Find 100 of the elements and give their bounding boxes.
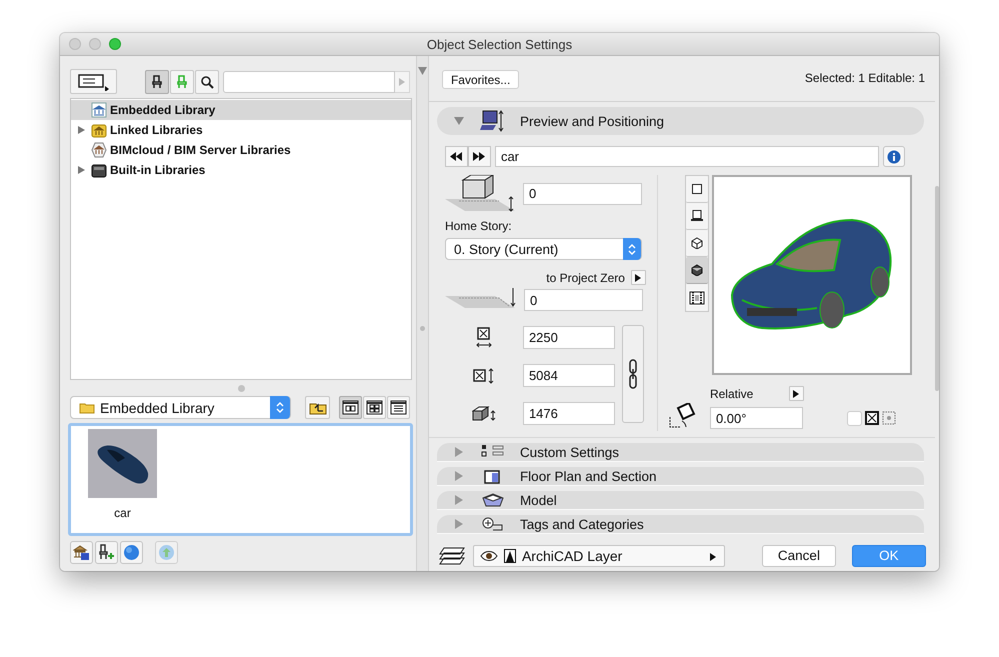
splitter-handle[interactable]	[420, 326, 425, 331]
reference-value-field[interactable]: 0	[524, 289, 643, 311]
fast-forward-icon	[473, 152, 486, 161]
shaded-cube-icon	[690, 264, 703, 276]
play-triangle-icon	[710, 552, 716, 560]
angle-label: Relative	[710, 386, 754, 400]
library-manager-button[interactable]	[70, 541, 93, 564]
width-icon	[476, 326, 492, 348]
search-icon	[200, 74, 214, 88]
preview-section-icon	[480, 109, 506, 133]
next-object-button[interactable]	[468, 146, 491, 167]
dimension-field[interactable]: 5084	[522, 364, 615, 387]
chain-link-button[interactable]	[622, 325, 644, 423]
preview-mode-button[interactable]	[686, 176, 708, 203]
object-label: car	[114, 506, 131, 520]
chain-link-icon	[628, 359, 637, 389]
film-strip-icon	[688, 290, 705, 304]
section-header[interactable]: Custom Settings	[436, 443, 924, 462]
chair-filter-button[interactable]	[145, 70, 169, 94]
section-header[interactable]: Floor Plan and Section	[436, 467, 924, 486]
favorites-button[interactable]: Favorites...	[442, 70, 520, 89]
section-title: Preview and Positioning	[520, 114, 664, 128]
mirrored-symbol-icon	[882, 411, 896, 425]
dimension-field[interactable]: 1476	[522, 402, 615, 425]
preview-mode-button[interactable]	[686, 203, 708, 230]
elevation-drawing	[444, 175, 515, 212]
mirror-symbol-icon	[864, 410, 880, 426]
search-field[interactable]	[223, 70, 395, 92]
tree-item-label: Embedded Library	[110, 103, 216, 117]
stepper-arrows-icon	[276, 401, 284, 414]
reference-menu-button[interactable]	[630, 270, 646, 285]
view-mode-button[interactable]	[387, 396, 410, 419]
expand-triangle-icon[interactable]	[77, 165, 85, 175]
folder-up-button[interactable]	[305, 396, 330, 419]
reference-label: to Project Zero	[546, 270, 625, 284]
globe-button[interactable]	[120, 541, 143, 564]
tree-item[interactable]: Embedded Library	[71, 100, 411, 120]
server-library-icon	[91, 142, 107, 158]
chair-icon	[151, 74, 163, 88]
folder-dropdown[interactable]: Embedded Library	[70, 396, 291, 419]
plan-view-icon	[690, 209, 704, 223]
tree-item-label: BIMcloud / BIM Server Libraries	[110, 143, 291, 157]
cancel-button[interactable]: Cancel	[762, 544, 836, 566]
model-icon	[480, 492, 505, 508]
preview-mode-button[interactable]	[686, 284, 708, 311]
chair-plus-icon	[98, 544, 115, 561]
layer-dropdown[interactable]: ArchiCAD Layer	[472, 544, 725, 566]
tree-item-label: Built-in Libraries	[110, 163, 206, 177]
dimension-field[interactable]: 2250	[522, 326, 615, 349]
search-button[interactable]	[195, 70, 219, 94]
collapse-triangle-icon[interactable]	[418, 67, 427, 75]
add-object-button[interactable]	[95, 541, 118, 564]
section-header[interactable]: Model	[436, 491, 924, 510]
depth-icon	[472, 368, 495, 384]
height-icon	[472, 406, 496, 422]
preview-mode-button[interactable]	[686, 230, 708, 257]
section-header[interactable]: Preview and Positioning	[436, 107, 924, 135]
library-box-icon	[91, 162, 107, 178]
tree-item[interactable]: BIMcloud / BIM Server Libraries	[71, 140, 411, 160]
previous-object-button[interactable]	[444, 146, 468, 167]
scrollbar[interactable]	[935, 186, 939, 391]
splitter-handle[interactable]	[238, 385, 244, 392]
expand-triangle-icon[interactable]	[77, 125, 85, 135]
angle-menu-button[interactable]	[788, 386, 804, 401]
panel-layout-icon	[76, 72, 110, 90]
preview-mode-button[interactable]	[686, 257, 708, 284]
play-triangle-icon	[399, 78, 405, 86]
object-name-field[interactable]: car	[494, 146, 879, 167]
section-title: Floor Plan and Section	[520, 468, 657, 484]
folder-icon	[79, 401, 95, 414]
home-story-dropdown[interactable]: 0. Story (Current)	[444, 238, 642, 260]
small-icons-view-icon	[366, 400, 383, 415]
view-mode-button[interactable]	[363, 396, 386, 419]
panel-view-button[interactable]	[70, 69, 117, 94]
section-title: Tags and Categories	[520, 516, 644, 532]
mirror-checkbox[interactable]	[846, 410, 862, 426]
elevation-field[interactable]: 0	[522, 182, 642, 204]
view-mode-button[interactable]	[339, 396, 362, 419]
eye-icon	[480, 550, 498, 562]
info-button[interactable]	[882, 146, 905, 167]
tags-icon	[480, 516, 505, 532]
disclosure-triangle-icon[interactable]	[454, 116, 464, 126]
stepper-arrows-icon	[628, 242, 636, 256]
info-icon	[886, 150, 901, 164]
upload-icon	[158, 544, 175, 561]
car-thumbnail[interactable]	[88, 429, 157, 498]
tree-item[interactable]: Built-in Libraries	[71, 160, 411, 180]
section-title: Model	[520, 492, 557, 508]
large-icons-view-icon	[342, 400, 359, 415]
square-outline-icon	[690, 183, 703, 195]
tree-item[interactable]: Linked Libraries	[71, 120, 411, 140]
layer-icon	[438, 546, 466, 566]
section-header[interactable]: Tags and Categories	[436, 515, 924, 534]
angle-field[interactable]: 0.00°	[710, 407, 803, 429]
window-title: Object Selection Settings	[426, 36, 572, 52]
tree-item-label: Linked Libraries	[110, 123, 203, 137]
rewind-icon	[450, 152, 462, 161]
play-triangle-icon	[635, 274, 642, 282]
home-story-label: Home Story:	[444, 219, 512, 233]
library-icon	[91, 102, 107, 118]
